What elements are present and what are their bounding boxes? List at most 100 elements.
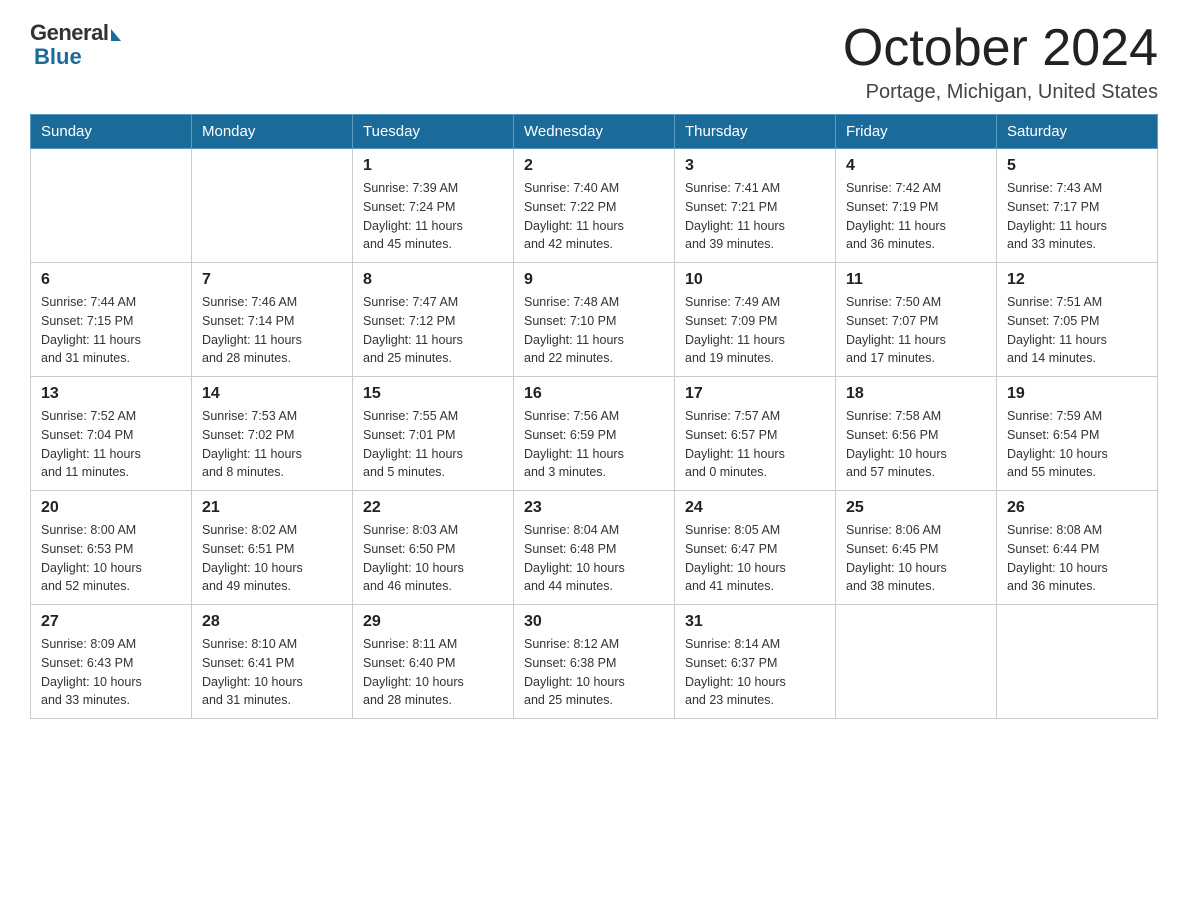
day-info: Sunrise: 8:12 AM Sunset: 6:38 PM Dayligh… — [524, 635, 664, 710]
weekday-header-row: SundayMondayTuesdayWednesdayThursdayFrid… — [31, 115, 1158, 149]
calendar-cell — [192, 149, 353, 263]
calendar-cell: 4 Sunrise: 7:42 AM Sunset: 7:19 PM Daylig… — [836, 149, 997, 263]
day-number: 7 — [202, 271, 342, 289]
day-number: 4 — [846, 157, 986, 175]
day-info: Sunrise: 7:44 AM Sunset: 7:15 PM Dayligh… — [41, 293, 181, 368]
calendar-cell: 17 Sunrise: 7:57 AM Sunset: 6:57 PM Dayli… — [675, 377, 836, 491]
calendar-cell — [31, 149, 192, 263]
day-info: Sunrise: 7:42 AM Sunset: 7:19 PM Dayligh… — [846, 179, 986, 254]
calendar-cell: 21 Sunrise: 8:02 AM Sunset: 6:51 PM Dayli… — [192, 491, 353, 605]
calendar-week-row: 27 Sunrise: 8:09 AM Sunset: 6:43 PM Dayli… — [31, 605, 1158, 719]
calendar-cell: 23 Sunrise: 8:04 AM Sunset: 6:48 PM Dayli… — [514, 491, 675, 605]
day-info: Sunrise: 7:43 AM Sunset: 7:17 PM Dayligh… — [1007, 179, 1147, 254]
day-info: Sunrise: 7:56 AM Sunset: 6:59 PM Dayligh… — [524, 407, 664, 482]
day-number: 14 — [202, 385, 342, 403]
day-number: 6 — [41, 271, 181, 289]
day-info: Sunrise: 7:59 AM Sunset: 6:54 PM Dayligh… — [1007, 407, 1147, 482]
day-number: 19 — [1007, 385, 1147, 403]
calendar-cell: 26 Sunrise: 8:08 AM Sunset: 6:44 PM Dayli… — [997, 491, 1158, 605]
day-info: Sunrise: 7:50 AM Sunset: 7:07 PM Dayligh… — [846, 293, 986, 368]
day-number: 9 — [524, 271, 664, 289]
logo: General Blue — [30, 20, 121, 70]
calendar-cell: 3Sunrise: 7:41 AM Sunset: 7:21 PM Daylig… — [675, 149, 836, 263]
weekday-header-tuesday: Tuesday — [353, 115, 514, 149]
logo-blue-text: Blue — [34, 44, 82, 70]
title-section: October 2024 Portage, Michigan, United S… — [843, 20, 1158, 104]
calendar-cell: 20 Sunrise: 8:00 AM Sunset: 6:53 PM Dayli… — [31, 491, 192, 605]
day-info: Sunrise: 8:02 AM Sunset: 6:51 PM Dayligh… — [202, 521, 342, 596]
day-number: 18 — [846, 385, 986, 403]
calendar-cell: 5 Sunrise: 7:43 AM Sunset: 7:17 PM Daylig… — [997, 149, 1158, 263]
calendar-cell — [997, 605, 1158, 719]
day-number: 24 — [685, 499, 825, 517]
weekday-header-friday: Friday — [836, 115, 997, 149]
day-number: 2 — [524, 157, 664, 175]
calendar-cell: 6 Sunrise: 7:44 AM Sunset: 7:15 PM Daylig… — [31, 263, 192, 377]
calendar-cell: 28Sunrise: 8:10 AM Sunset: 6:41 PM Dayli… — [192, 605, 353, 719]
calendar-table: SundayMondayTuesdayWednesdayThursdayFrid… — [30, 114, 1158, 719]
weekday-header-wednesday: Wednesday — [514, 115, 675, 149]
weekday-header-saturday: Saturday — [997, 115, 1158, 149]
day-number: 27 — [41, 613, 181, 631]
day-info: Sunrise: 7:51 AM Sunset: 7:05 PM Dayligh… — [1007, 293, 1147, 368]
calendar-week-row: 20 Sunrise: 8:00 AM Sunset: 6:53 PM Dayli… — [31, 491, 1158, 605]
day-info: Sunrise: 8:14 AM Sunset: 6:37 PM Dayligh… — [685, 635, 825, 710]
day-info: Sunrise: 7:47 AM Sunset: 7:12 PM Dayligh… — [363, 293, 503, 368]
weekday-header-sunday: Sunday — [31, 115, 192, 149]
day-info: Sunrise: 7:40 AM Sunset: 7:22 PM Dayligh… — [524, 179, 664, 254]
logo-general-text: General — [30, 20, 108, 46]
day-info: Sunrise: 8:09 AM Sunset: 6:43 PM Dayligh… — [41, 635, 181, 710]
day-number: 5 — [1007, 157, 1147, 175]
day-number: 25 — [846, 499, 986, 517]
logo-arrow-icon — [111, 29, 121, 41]
day-info: Sunrise: 7:53 AM Sunset: 7:02 PM Dayligh… — [202, 407, 342, 482]
calendar-cell — [836, 605, 997, 719]
calendar-cell: 22 Sunrise: 8:03 AM Sunset: 6:50 PM Dayli… — [353, 491, 514, 605]
day-number: 23 — [524, 499, 664, 517]
weekday-header-thursday: Thursday — [675, 115, 836, 149]
day-info: Sunrise: 7:52 AM Sunset: 7:04 PM Dayligh… — [41, 407, 181, 482]
day-info: Sunrise: 8:11 AM Sunset: 6:40 PM Dayligh… — [363, 635, 503, 710]
day-info: Sunrise: 8:03 AM Sunset: 6:50 PM Dayligh… — [363, 521, 503, 596]
day-number: 30 — [524, 613, 664, 631]
calendar-cell: 30 Sunrise: 8:12 AM Sunset: 6:38 PM Dayli… — [514, 605, 675, 719]
day-number: 29 — [363, 613, 503, 631]
calendar-cell: 16 Sunrise: 7:56 AM Sunset: 6:59 PM Dayli… — [514, 377, 675, 491]
day-number: 20 — [41, 499, 181, 517]
calendar-cell: 31Sunrise: 8:14 AM Sunset: 6:37 PM Dayli… — [675, 605, 836, 719]
day-number: 17 — [685, 385, 825, 403]
day-info: Sunrise: 7:57 AM Sunset: 6:57 PM Dayligh… — [685, 407, 825, 482]
calendar-cell: 8 Sunrise: 7:47 AM Sunset: 7:12 PM Daylig… — [353, 263, 514, 377]
calendar-cell: 13Sunrise: 7:52 AM Sunset: 7:04 PM Dayli… — [31, 377, 192, 491]
calendar-cell: 25 Sunrise: 8:06 AM Sunset: 6:45 PM Dayli… — [836, 491, 997, 605]
calendar-week-row: 1Sunrise: 7:39 AM Sunset: 7:24 PM Daylig… — [31, 149, 1158, 263]
day-number: 12 — [1007, 271, 1147, 289]
day-number: 26 — [1007, 499, 1147, 517]
day-number: 21 — [202, 499, 342, 517]
day-number: 16 — [524, 385, 664, 403]
day-info: Sunrise: 8:06 AM Sunset: 6:45 PM Dayligh… — [846, 521, 986, 596]
day-number: 22 — [363, 499, 503, 517]
day-info: Sunrise: 7:58 AM Sunset: 6:56 PM Dayligh… — [846, 407, 986, 482]
day-info: Sunrise: 8:08 AM Sunset: 6:44 PM Dayligh… — [1007, 521, 1147, 596]
calendar-week-row: 6 Sunrise: 7:44 AM Sunset: 7:15 PM Daylig… — [31, 263, 1158, 377]
day-number: 8 — [363, 271, 503, 289]
calendar-cell: 24 Sunrise: 8:05 AM Sunset: 6:47 PM Dayli… — [675, 491, 836, 605]
day-info: Sunrise: 7:49 AM Sunset: 7:09 PM Dayligh… — [685, 293, 825, 368]
calendar-cell: 14 Sunrise: 7:53 AM Sunset: 7:02 PM Dayli… — [192, 377, 353, 491]
calendar-cell: 29 Sunrise: 8:11 AM Sunset: 6:40 PM Dayli… — [353, 605, 514, 719]
weekday-header-monday: Monday — [192, 115, 353, 149]
day-info: Sunrise: 8:05 AM Sunset: 6:47 PM Dayligh… — [685, 521, 825, 596]
calendar-cell: 9 Sunrise: 7:48 AM Sunset: 7:10 PM Daylig… — [514, 263, 675, 377]
location-text: Portage, Michigan, United States — [843, 81, 1158, 104]
calendar-cell: 18 Sunrise: 7:58 AM Sunset: 6:56 PM Dayli… — [836, 377, 997, 491]
day-info: Sunrise: 8:04 AM Sunset: 6:48 PM Dayligh… — [524, 521, 664, 596]
day-info: Sunrise: 7:48 AM Sunset: 7:10 PM Dayligh… — [524, 293, 664, 368]
day-info: Sunrise: 7:55 AM Sunset: 7:01 PM Dayligh… — [363, 407, 503, 482]
day-number: 11 — [846, 271, 986, 289]
calendar-week-row: 13Sunrise: 7:52 AM Sunset: 7:04 PM Dayli… — [31, 377, 1158, 491]
page-header: General Blue October 2024 Portage, Michi… — [30, 20, 1158, 104]
calendar-cell: 27 Sunrise: 8:09 AM Sunset: 6:43 PM Dayli… — [31, 605, 192, 719]
calendar-cell: 2 Sunrise: 7:40 AM Sunset: 7:22 PM Daylig… — [514, 149, 675, 263]
day-info: Sunrise: 8:00 AM Sunset: 6:53 PM Dayligh… — [41, 521, 181, 596]
